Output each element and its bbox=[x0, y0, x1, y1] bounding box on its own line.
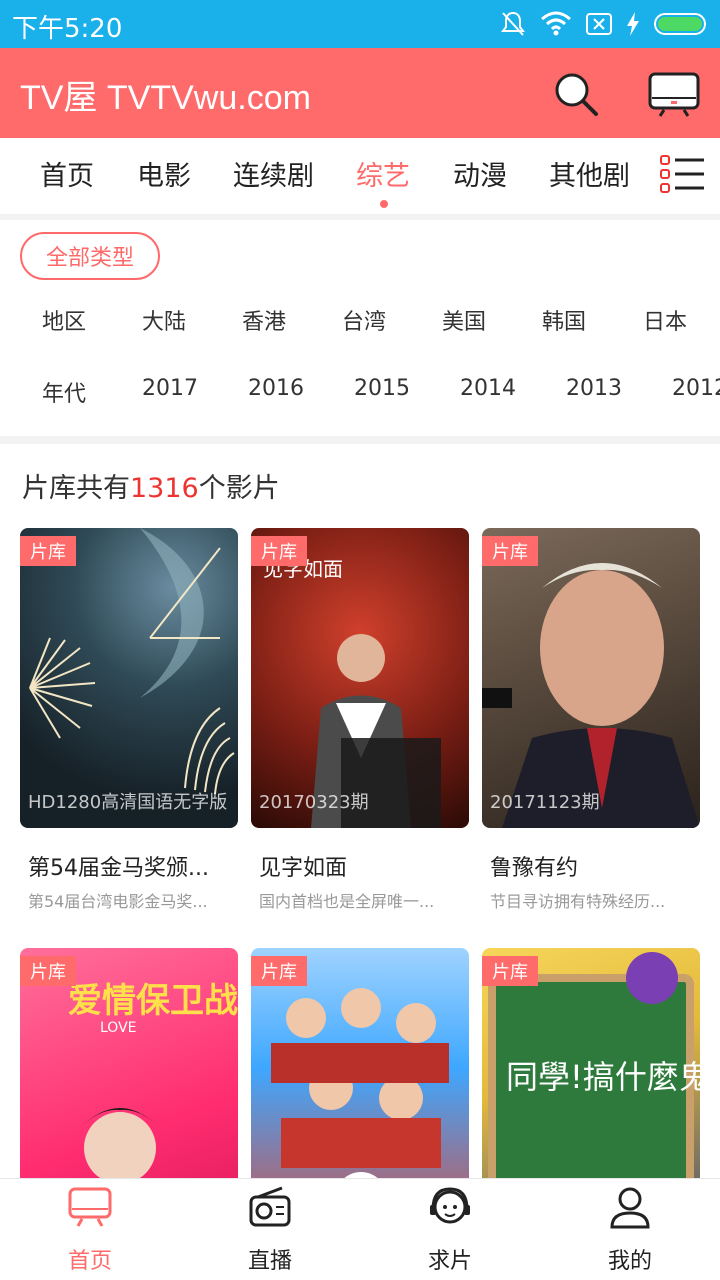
year-option[interactable]: 2014 bbox=[460, 376, 516, 401]
active-tab-indicator bbox=[380, 200, 388, 208]
source-badge: 片库 bbox=[482, 956, 538, 986]
radio-icon bbox=[249, 1186, 291, 1227]
video-desc: 国内首档也是全屏唯一... bbox=[259, 892, 435, 911]
year-option[interactable]: 2015 bbox=[354, 376, 410, 401]
user-icon bbox=[610, 1187, 650, 1229]
status-time: 下午5:20 bbox=[12, 14, 123, 44]
year-option[interactable]: 2016 bbox=[248, 376, 304, 401]
result-count: 片库共有1316个影片 bbox=[22, 466, 280, 505]
bell-off-icon bbox=[501, 11, 525, 36]
tv-home-icon bbox=[68, 1187, 112, 1227]
battery-icon bbox=[654, 13, 706, 35]
tab-series[interactable]: 连续剧 bbox=[233, 154, 314, 193]
bottom-tab-label: 我的 bbox=[607, 1249, 652, 1274]
source-badge: 片库 bbox=[20, 536, 76, 566]
bottom-tab-bar: 首页 直播 求片 我的 bbox=[0, 1178, 720, 1280]
year-option[interactable]: 2013 bbox=[566, 376, 622, 401]
filter-panel: 全部类型 地区 大陆 香港 台湾 美国 韩国 日本 年代 2017 2016 2… bbox=[0, 220, 720, 436]
poster-art bbox=[482, 563, 700, 828]
status-icons bbox=[500, 8, 708, 40]
category-tabs: 首页 电影 连续剧 综艺 动漫 其他剧 bbox=[0, 138, 720, 214]
source-badge: 片库 bbox=[251, 536, 307, 566]
results-section: 片库共有1316个影片 片库 HD1280高清国语无字版 第54届金马奖颁...… bbox=[0, 444, 720, 1248]
headset-face-icon bbox=[430, 1187, 470, 1224]
tv-icon[interactable] bbox=[646, 68, 702, 120]
bottom-tab-label: 直播 bbox=[247, 1249, 292, 1274]
bottom-tab-request[interactable]: 求片 bbox=[360, 1179, 540, 1280]
poster-image: 片库 20171123期 bbox=[482, 528, 700, 828]
episode-label: 20171123期 bbox=[490, 792, 600, 813]
episode-label: 20170323期 bbox=[259, 792, 369, 813]
video-card[interactable]: 见字如面 片库 20170323期 见字如面 国内首档也是全屏唯一... bbox=[251, 528, 469, 912]
all-types-filter[interactable]: 全部类型 bbox=[20, 232, 160, 280]
tab-anime[interactable]: 动漫 bbox=[453, 154, 507, 193]
tab-movies[interactable]: 电影 bbox=[137, 154, 191, 193]
video-title: 第54届金马奖颁... bbox=[28, 856, 209, 881]
bottom-tab-home[interactable]: 首页 bbox=[0, 1179, 180, 1280]
status-bar: 下午5:20 bbox=[0, 0, 720, 48]
charging-icon bbox=[627, 12, 639, 36]
year-option[interactable]: 2017 bbox=[142, 376, 198, 401]
video-title: 鲁豫有约 bbox=[490, 856, 579, 881]
source-badge: 片库 bbox=[20, 956, 76, 986]
source-badge: 片库 bbox=[251, 956, 307, 986]
region-option[interactable]: 台湾 bbox=[342, 304, 386, 336]
category-menu-icon[interactable] bbox=[660, 154, 706, 194]
tab-home[interactable]: 首页 bbox=[40, 154, 94, 193]
bottom-tab-label: 求片 bbox=[427, 1249, 472, 1274]
region-label: 地区 bbox=[42, 310, 87, 335]
wifi-icon bbox=[541, 11, 571, 36]
tabs-fade bbox=[630, 138, 660, 214]
video-desc: 节目寻访拥有特殊经历... bbox=[490, 892, 666, 911]
year-label: 年代 bbox=[42, 382, 87, 407]
year-option[interactable]: 2012 bbox=[672, 376, 720, 401]
app-header: TV屋 TVTVwu.com bbox=[0, 48, 720, 138]
video-card[interactable]: 片库 20171123期 鲁豫有约 节目寻访拥有特殊经历... bbox=[482, 528, 700, 912]
tab-variety[interactable]: 综艺 bbox=[356, 154, 410, 193]
region-option[interactable]: 韩国 bbox=[542, 304, 586, 336]
poster-sub-text: LOVE bbox=[100, 1020, 137, 1036]
count-prefix: 片库共有 bbox=[22, 473, 130, 504]
bottom-tab-label: 首页 bbox=[67, 1249, 112, 1274]
region-option[interactable]: 大陆 bbox=[142, 304, 186, 336]
poster-art bbox=[29, 528, 235, 795]
region-option[interactable]: 香港 bbox=[242, 304, 286, 336]
count-number: 1316 bbox=[130, 473, 199, 504]
poster-image: 见字如面 片库 20170323期 bbox=[251, 528, 469, 828]
poster-title-text: 爱情保卫战 bbox=[68, 981, 238, 1021]
region-option[interactable]: 日本 bbox=[643, 304, 687, 336]
count-suffix: 个影片 bbox=[198, 473, 280, 504]
poster-art: 见字如面 bbox=[263, 557, 441, 828]
app-title: TV屋 TVTVwu.com bbox=[20, 79, 311, 117]
region-filter-row: 地区 大陆 香港 台湾 美国 韩国 日本 bbox=[0, 304, 720, 344]
bottom-tab-profile[interactable]: 我的 bbox=[540, 1179, 720, 1280]
episode-label: HD1280高清国语无字版 bbox=[28, 792, 228, 813]
source-badge: 片库 bbox=[482, 536, 538, 566]
video-card[interactable]: 片库 HD1280高清国语无字版 第54届金马奖颁... 第54届台湾电影金马奖… bbox=[20, 528, 238, 912]
tab-others[interactable]: 其他剧 bbox=[549, 154, 630, 193]
bottom-tab-live[interactable]: 直播 bbox=[180, 1179, 360, 1280]
search-icon[interactable] bbox=[550, 68, 602, 120]
video-desc: 第54届台湾电影金马奖... bbox=[28, 892, 208, 911]
video-title: 见字如面 bbox=[259, 856, 348, 881]
sim-x-icon bbox=[586, 13, 612, 35]
poster-image: 片库 HD1280高清国语无字版 bbox=[20, 528, 238, 828]
region-option[interactable]: 美国 bbox=[442, 304, 486, 336]
poster-chalk-text: 同學!搞什麼鬼 bbox=[506, 1058, 700, 1096]
year-filter-row: 年代 2017 2016 2015 2014 2013 2012 bbox=[0, 376, 720, 416]
